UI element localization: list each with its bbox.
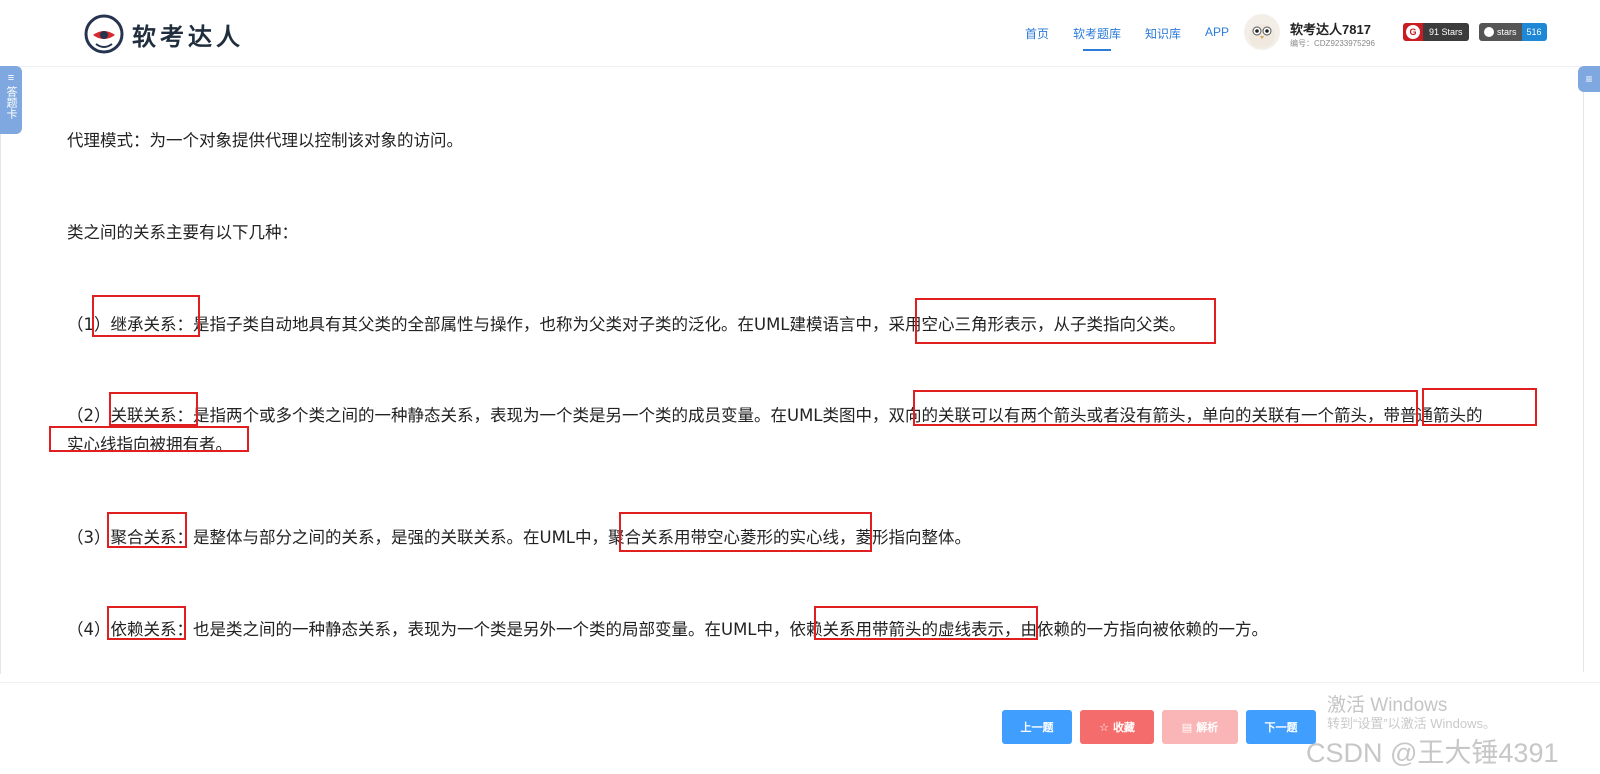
user-name[interactable]: 软考达人7817 xyxy=(1290,19,1371,38)
prev-question-label: 上一题 xyxy=(1020,722,1054,734)
highlight-box xyxy=(107,606,186,640)
highlight-box xyxy=(49,426,249,452)
analysis-button[interactable]: ▤ 解析 xyxy=(1162,710,1238,744)
highlight-box xyxy=(913,390,1418,426)
highlight-box xyxy=(814,606,1038,640)
highlight-box xyxy=(915,298,1216,344)
paragraph-relations-intro: 类之间的关系主要有以下几种： xyxy=(67,223,298,242)
github-icon xyxy=(1484,27,1494,37)
owl-avatar-icon xyxy=(1249,24,1275,48)
windows-activation-subtitle: 转到“设置”以激活 Windows。 xyxy=(1327,716,1497,731)
highlight-box xyxy=(107,512,187,548)
github-stars-count: 516 xyxy=(1521,23,1547,41)
analysis-label: 解析 xyxy=(1196,722,1219,734)
logo-icon xyxy=(84,14,124,54)
paragraph-dependency: （4）依赖关系：也是类之间的一种静态关系，表现为一个类是另外一个类的局部变量。在… xyxy=(67,620,1269,639)
nav-question-bank[interactable]: 软考题库 xyxy=(1073,25,1121,51)
gitee-icon: G xyxy=(1406,25,1420,39)
star-icon: ☆ xyxy=(1099,721,1109,734)
highlight-box xyxy=(619,512,872,552)
main-nav: 首页 软考题库 知识库 APP xyxy=(1025,25,1253,51)
paragraph-proxy-pattern: 代理模式：为一个对象提供代理以控制该对象的访问。 xyxy=(67,131,463,150)
highlight-box xyxy=(92,295,200,337)
favorite-label: 收藏 xyxy=(1112,722,1135,734)
highlight-box xyxy=(1422,388,1537,426)
user-id: 编号：CDZ9233975296 xyxy=(1290,39,1375,48)
github-stars-badge[interactable]: stars 516 xyxy=(1479,23,1547,41)
analysis-content: 代理模式：为一个对象提供代理以控制该对象的访问。 类之间的关系主要有以下几种： … xyxy=(0,66,1600,674)
favorite-button[interactable]: ☆ 收藏 xyxy=(1080,710,1154,744)
site-logo[interactable]: 软考达人 xyxy=(84,14,244,54)
gitee-stars-count: 91 Stars xyxy=(1423,23,1469,41)
gitee-stars-badge[interactable]: G 91 Stars xyxy=(1403,23,1469,41)
next-question-label: 下一题 xyxy=(1264,722,1298,734)
nav-home[interactable]: 首页 xyxy=(1025,25,1049,42)
prev-question-button[interactable]: 上一题 xyxy=(1002,710,1072,744)
nav-app[interactable]: APP xyxy=(1205,25,1229,42)
csdn-watermark: CSDN @王大锤4391 xyxy=(1306,738,1559,768)
nav-knowledge-base[interactable]: 知识库 xyxy=(1145,25,1181,42)
highlight-box xyxy=(109,392,198,426)
top-header: 软考达人 首页 软考题库 知识库 APP 软考达人7817 编号：CDZ9233… xyxy=(0,0,1600,67)
document-icon: ▤ xyxy=(1181,721,1193,734)
github-stars-label: stars xyxy=(1497,27,1517,37)
user-avatar[interactable] xyxy=(1244,14,1280,50)
logo-text: 软考达人 xyxy=(132,22,244,51)
